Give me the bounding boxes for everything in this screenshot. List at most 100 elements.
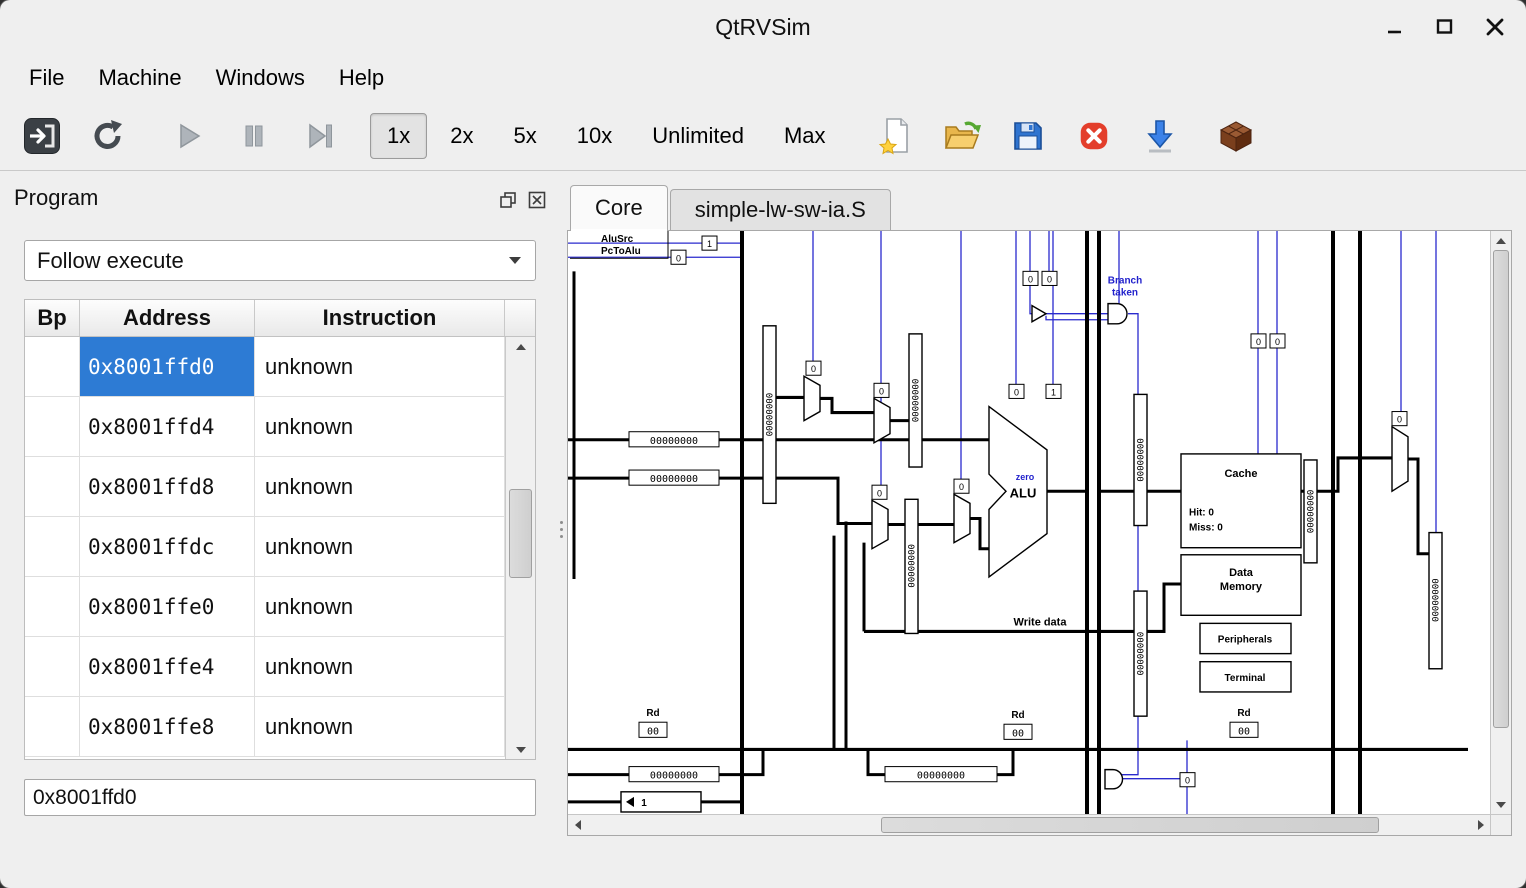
svg-text:Rd: Rd <box>1011 710 1024 721</box>
core-diagram-canvas[interactable]: AluSrc PcToAlu 00000000 000000 <box>568 231 1490 814</box>
new-simulation-button[interactable] <box>870 110 922 162</box>
download-button[interactable] <box>1134 110 1186 162</box>
instruction-cell[interactable]: unknown <box>255 697 505 756</box>
instruction-cell[interactable]: unknown <box>255 517 505 576</box>
maximize-button[interactable] <box>1430 12 1460 42</box>
table-row: 0x8001ffe4 unknown <box>25 637 535 697</box>
address-cell[interactable]: 0x8001ffe4 <box>80 637 255 696</box>
close-source-button[interactable] <box>1068 110 1120 162</box>
scroll-left-icon[interactable] <box>568 815 587 835</box>
table-scrollbar[interactable] <box>505 337 535 759</box>
svg-text:00: 00 <box>647 726 659 737</box>
instruction-cell[interactable]: unknown <box>255 577 505 636</box>
core-diagram: AluSrc PcToAlu 00000000 000000 <box>568 231 1490 814</box>
tab-source-file[interactable]: simple-lw-sw-ia.S <box>670 189 891 230</box>
close-button[interactable] <box>1480 12 1510 42</box>
memory-button[interactable] <box>1210 110 1262 162</box>
cache-miss-value: Miss: 0 <box>1189 523 1223 534</box>
address-cell[interactable]: 0x8001ffe0 <box>80 577 255 636</box>
tab-core[interactable]: Core <box>570 185 668 230</box>
scroll-up-icon[interactable] <box>1491 231 1511 250</box>
table-row: 0x8001ffd0 unknown <box>25 337 535 397</box>
bus-value-boxes: 00000000 00000000 00000000 00000000 <box>629 432 997 782</box>
breakpoint-cell[interactable] <box>25 577 80 636</box>
speed-1x-button[interactable]: 1x <box>370 113 427 159</box>
scroll-down-icon[interactable] <box>506 740 535 759</box>
instruction-cell[interactable]: unknown <box>255 457 505 516</box>
svg-text:0: 0 <box>1397 415 1402 425</box>
instruction-cell[interactable]: unknown <box>255 397 505 456</box>
speed-max-button[interactable]: Max <box>767 113 843 159</box>
panel-splitter[interactable] <box>556 171 567 888</box>
cancel-icon <box>1076 118 1112 154</box>
pause-button[interactable] <box>228 110 280 162</box>
maximize-icon <box>1435 17 1455 37</box>
reset-button[interactable] <box>82 110 134 162</box>
menu-file[interactable]: File <box>12 57 81 99</box>
step-button[interactable] <box>294 110 346 162</box>
scroll-up-icon[interactable] <box>506 337 535 356</box>
open-file-icon <box>942 116 982 156</box>
core-vertical-scrollbar[interactable] <box>1490 231 1511 814</box>
breakpoint-cell[interactable] <box>25 697 80 756</box>
instruction-cell[interactable]: unknown <box>255 337 505 396</box>
breakpoint-cell[interactable] <box>25 457 80 516</box>
menu-machine[interactable]: Machine <box>81 57 198 99</box>
svg-text:1: 1 <box>707 239 712 249</box>
save-file-button[interactable] <box>1002 110 1054 162</box>
breakpoint-cell[interactable] <box>25 397 80 456</box>
speed-2x-button[interactable]: 2x <box>433 113 490 159</box>
scrollbar-thumb[interactable] <box>881 817 1379 833</box>
speed-5x-button[interactable]: 5x <box>497 113 554 159</box>
menu-help[interactable]: Help <box>322 57 401 99</box>
pipeline-registers[interactable] <box>763 326 1442 716</box>
scrollbar-thumb[interactable] <box>509 489 532 578</box>
svg-text:00000000: 00000000 <box>1304 490 1314 534</box>
svg-text:0: 0 <box>1028 274 1033 284</box>
svg-text:0: 0 <box>877 488 882 498</box>
column-header-address[interactable]: Address <box>80 300 255 336</box>
scroll-right-icon[interactable] <box>1471 815 1490 835</box>
svg-text:0: 0 <box>959 482 964 492</box>
speed-unlimited-button[interactable]: Unlimited <box>635 113 761 159</box>
breakpoint-cell[interactable] <box>25 637 80 696</box>
scrollbar-thumb[interactable] <box>1493 250 1509 728</box>
close-panel-button[interactable] <box>526 189 548 211</box>
open-file-button[interactable] <box>936 110 988 162</box>
alusrc-label: AluSrc <box>601 234 634 245</box>
memory-brick-icon <box>1216 116 1256 156</box>
core-view: AluSrc PcToAlu 00000000 000000 <box>567 230 1512 836</box>
address-cell[interactable]: 0x8001ffd8 <box>80 457 255 516</box>
core-horizontal-scrollbar[interactable] <box>568 814 1490 835</box>
address-input[interactable] <box>24 779 536 816</box>
address-cell[interactable]: 0x8001ffd4 <box>80 397 255 456</box>
instruction-cell[interactable]: unknown <box>255 637 505 696</box>
tab-core-label: Core <box>595 195 643 221</box>
column-header-bp[interactable]: Bp <box>25 300 80 336</box>
breakpoint-cell[interactable] <box>25 517 80 576</box>
and-gate <box>1108 304 1127 324</box>
scroll-down-icon[interactable] <box>1491 795 1511 814</box>
minimize-button[interactable] <box>1380 12 1410 42</box>
svg-text:Rd: Rd <box>1237 708 1250 719</box>
address-cell[interactable]: 0x8001ffdc <box>80 517 255 576</box>
speed-10x-button[interactable]: 10x <box>560 113 629 159</box>
svg-text:00000000: 00000000 <box>1134 632 1144 676</box>
follow-mode-dropdown[interactable]: Follow execute <box>24 240 536 281</box>
run-button[interactable] <box>162 110 214 162</box>
column-header-instruction[interactable]: Instruction <box>255 300 505 336</box>
tab-source-label: simple-lw-sw-ia.S <box>695 197 866 223</box>
svg-text:00000000: 00000000 <box>1429 578 1439 622</box>
float-panel-button[interactable] <box>497 189 519 211</box>
menu-windows[interactable]: Windows <box>199 57 322 99</box>
breakpoint-cell[interactable] <box>25 337 80 396</box>
address-cell[interactable]: 0x8001ffe8 <box>80 697 255 756</box>
svg-text:1: 1 <box>1051 387 1056 397</box>
svg-text:0: 0 <box>879 386 884 396</box>
address-cell[interactable]: 0x8001ffd0 <box>80 337 255 396</box>
scrollbar-corner <box>1490 814 1511 835</box>
titlebar: QtRVSim <box>0 0 1526 54</box>
svg-text:00000000: 00000000 <box>650 771 698 782</box>
exit-button[interactable] <box>16 110 68 162</box>
data-memory-label: Data <box>1229 567 1254 579</box>
